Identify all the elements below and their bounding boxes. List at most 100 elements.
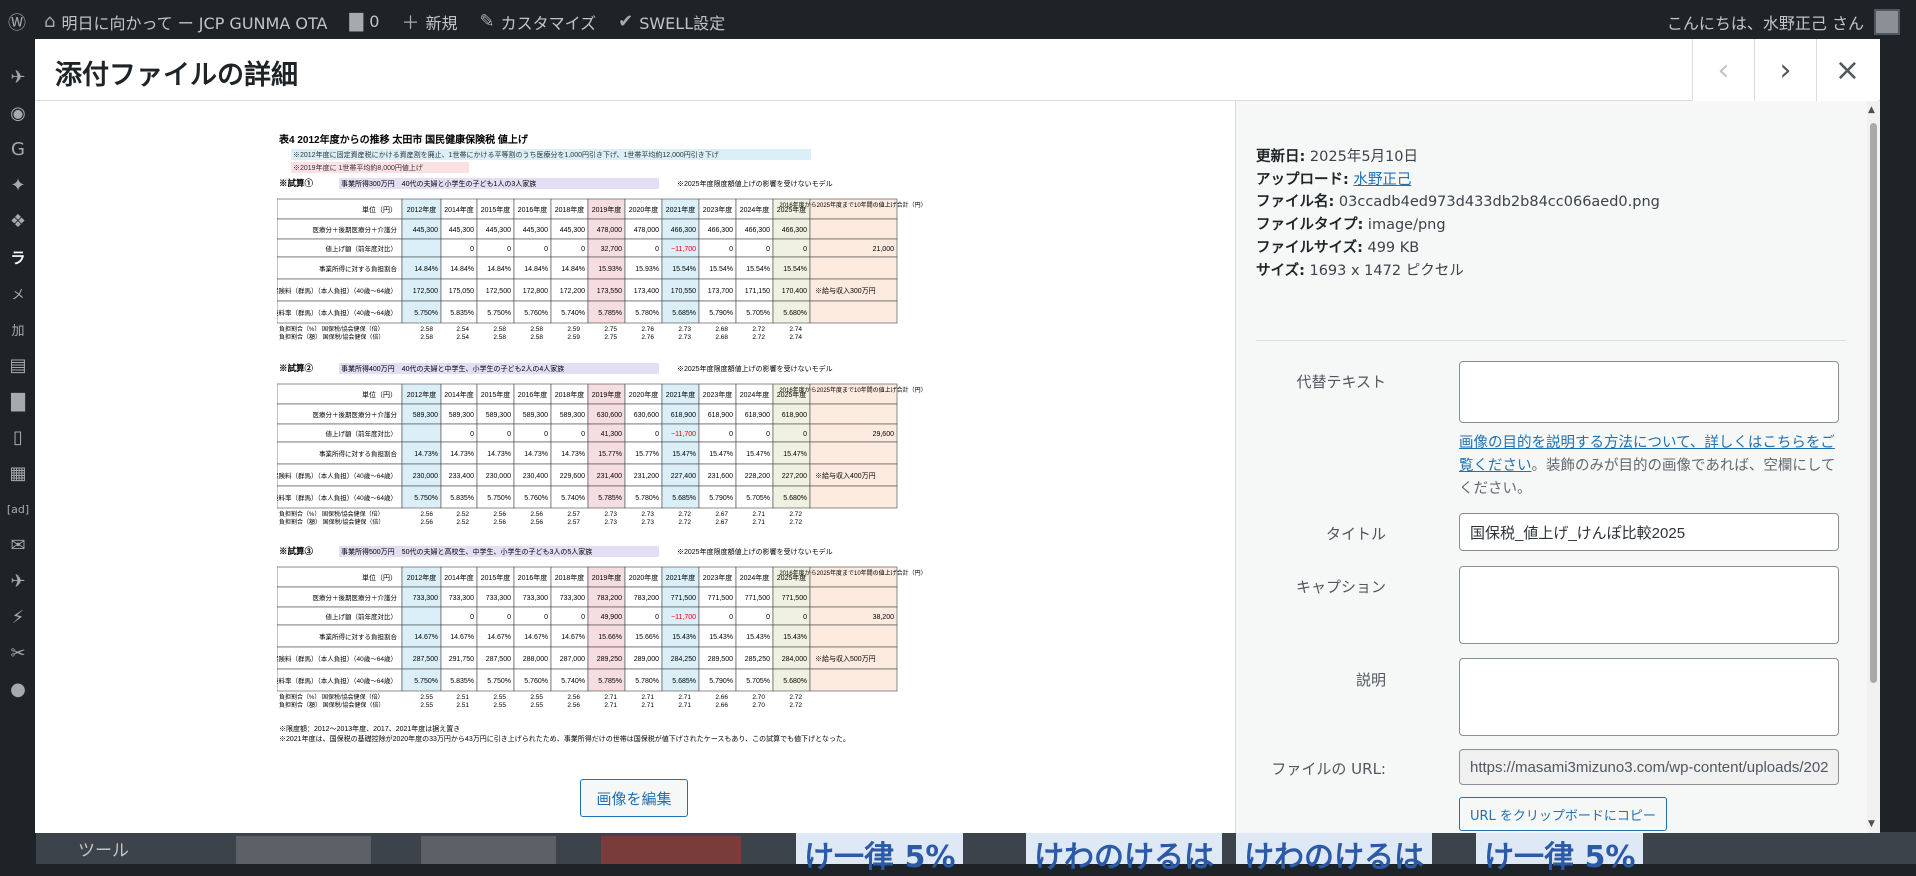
table-value: 733,300 [523,595,548,602]
table-value: 0 [581,614,585,621]
table-value: 478,000 [597,227,622,234]
table-value: 14.73% [414,451,438,458]
table-icon[interactable]: ▦ [0,455,36,491]
table-value: 14.67% [524,634,548,641]
year-header: 2012年度 [407,573,437,582]
caption-label: キャプション [1295,578,1386,596]
media-icon[interactable]: ❖ [0,203,36,239]
new-label: 新規 [425,13,458,33]
table-value: 227,200 [782,473,807,480]
alt-text-textarea[interactable] [1459,361,1839,423]
table-value: 0 [729,246,733,253]
wordpress-logo[interactable]: Ⓦ [8,9,26,35]
table-value: 14.67% [561,634,585,641]
copy-url-button[interactable]: URL をクリップボードにコピー [1459,797,1667,831]
table-value: 289,250 [597,656,622,663]
ratio-value: 2.71 [641,702,654,709]
next-attachment-button[interactable]: › [1754,39,1816,101]
uploader-link[interactable]: 水野正己 [1353,172,1411,188]
ad-icon[interactable]: [ad] [0,491,36,527]
table-value: 14.84% [524,266,548,273]
ratio-value: 2.51 [456,694,469,701]
title-label: タイトル [1325,525,1386,543]
table-value: 5.785% [598,495,622,502]
scrollbar-thumb[interactable] [1870,123,1877,683]
scroll-down-icon[interactable]: ▼ [1868,819,1875,829]
previous-attachment-button[interactable]: ‹ [1692,39,1754,101]
table-value: 14.73% [561,451,585,458]
table-value: 15.54% [746,266,770,273]
table-cell [809,383,898,405]
account-menu[interactable]: こんにちは、水野正己 さん [1667,0,1900,43]
ratio-value: 2.59 [567,334,580,341]
sidebar-scrollbar[interactable]: ▲ ▼ [1867,101,1880,833]
table-value: 285,250 [745,656,770,663]
edit-image-button[interactable]: 画像を編集 [580,779,688,817]
section-label: ※試算③ [279,546,314,556]
posts-icon[interactable]: ✈ [0,59,36,95]
customize-link[interactable]: ✎ カスタマイズ [479,10,596,34]
close-modal-button[interactable]: × [1816,39,1878,101]
swell-settings-link[interactable]: ✔ SWELL設定 [618,10,725,34]
comments-link[interactable]: ▇ 0 [349,11,379,32]
pin-icon[interactable]: ✦ [0,167,36,203]
ratio-value: 2.56 [493,519,506,526]
ratio-value: 2.58 [420,326,433,333]
site-name-link[interactable]: ⌂ 明日に向かって ー JCP GUNMA OTA [44,10,327,34]
description-textarea[interactable] [1459,658,1839,736]
title-input[interactable] [1459,513,1839,551]
year-header: 2018年度 [555,390,585,399]
table-value: 0 [544,431,548,438]
uploader-row: アップロード: 水野正己 [1256,171,1412,188]
table-value: 14.73% [524,451,548,458]
email-icon[interactable]: ✉ [0,527,36,563]
caption-textarea[interactable] [1459,566,1839,644]
filename: 03ccadb4ed973d433db2b84cc066aed0.png [1338,194,1660,211]
plugin-icon[interactable]: ⚡ [0,599,36,635]
table-value: 0 [544,246,548,253]
table-value: 233,400 [449,473,474,480]
table-value: 5.780% [635,310,659,317]
table-value: 5.680% [783,495,807,502]
ratio-value: 2.72 [678,519,691,526]
table-value: 289,000 [634,656,659,663]
row-label: 値上げ額（前年度対比） [326,429,398,438]
table-value: 589,300 [560,412,585,419]
admin-bar: Ⓦ ⌂ 明日に向かって ー JCP GUNMA OTA ▇ 0 ＋新規 ✎ カスタマイ… [0,0,1916,43]
menu-label-3: 加 [11,323,25,339]
ratio-label: 負担割合（額） 国保税/協会健保（倍） [279,518,384,526]
ratio-value: 2.55 [420,702,433,709]
banner-text: け一律 5% [1476,832,1644,875]
table-value: 589,300 [486,412,511,419]
year-header: 2019年度 [592,205,622,214]
table-value: 15.93% [598,266,622,273]
user-icon[interactable]: ● [0,671,36,707]
document-icon[interactable]: ▯ [0,419,36,455]
year-header: 2024年度 [740,573,770,582]
twitter-icon[interactable]: ✈ [0,563,36,599]
year-header: 2015年度 [481,205,511,214]
wrench-icon[interactable]: ✂ [0,635,36,671]
comments-menu-icon[interactable]: ▇ [0,383,36,419]
ratio-value: 2.71 [752,511,765,518]
google-icon[interactable]: G [0,131,36,167]
ratio-value: 2.73 [604,511,617,518]
table-value: 5.760% [524,310,548,317]
table-value: 5.835% [450,310,474,317]
table-value: 173,700 [708,288,733,295]
footnote: ※2021年度は、国保税の基礎控除が2020年度の33万円から43万円に引き上げ… [279,734,850,743]
table-value: 5.705% [746,495,770,502]
pages-icon[interactable]: ▤ [0,347,36,383]
table-cell [809,586,898,608]
file-url-input[interactable] [1459,749,1839,785]
ratio-value: 2.66 [715,702,728,709]
scroll-up-icon[interactable]: ▲ [1868,105,1875,115]
table-value: 733,300 [449,595,474,602]
table-value: 5.750% [414,310,438,317]
dashboard-icon[interactable]: ◉ [0,95,36,131]
table-value: 5.750% [487,678,511,685]
year-header: 2014年度 [444,205,474,214]
table-value: 49,900 [601,614,623,621]
row-label: 協会けんぽ保険料（群馬）（本人負担）（40歳〜64歳） [277,654,397,663]
new-content-link[interactable]: ＋新規 [401,9,457,35]
